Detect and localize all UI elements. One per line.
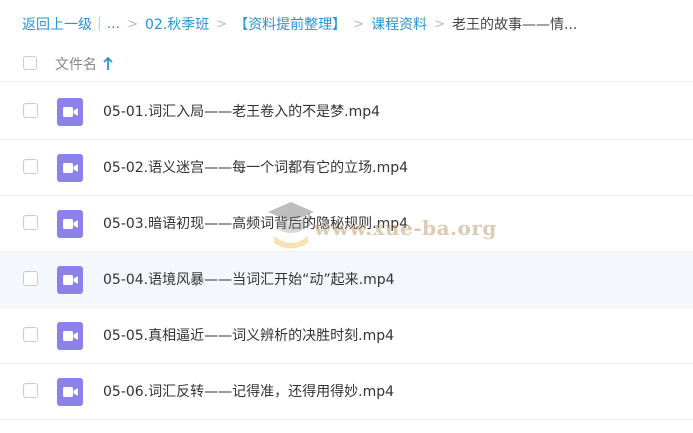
chevron-right-icon: >: [216, 16, 228, 32]
file-row[interactable]: 05-02.语义迷宫——每一个词都有它的立场.mp4: [0, 140, 693, 196]
breadcrumb-item-materials-sorted[interactable]: 【资料提前整理】: [234, 14, 346, 34]
video-file-icon: [57, 98, 83, 126]
breadcrumb-divider: |: [97, 16, 102, 32]
chevron-right-icon: >: [127, 16, 138, 32]
breadcrumb-item-course-materials[interactable]: 课程资料: [371, 14, 427, 34]
file-row[interactable]: 05-04.语境风暴——当词汇开始“动”起来.mp4: [0, 252, 693, 308]
row-checkbox[interactable]: [23, 327, 38, 342]
chevron-right-icon: >: [434, 16, 445, 32]
filename-column-label: 文件名: [55, 57, 97, 73]
chevron-right-icon: >: [353, 16, 365, 32]
file-row[interactable]: 05-05.真相逼近——词义辨析的决胜时刻.mp4: [0, 308, 693, 364]
file-name[interactable]: 05-03.暗语初现——高频词背后的隐秘规则.mp4: [103, 213, 408, 233]
video-file-icon: [57, 210, 83, 238]
file-name[interactable]: 05-02.语义迷宫——每一个词都有它的立场.mp4: [103, 157, 408, 177]
video-file-icon: [57, 322, 83, 350]
file-row[interactable]: 05-06.词汇反转——记得准，还得用得妙.mp4: [0, 364, 693, 420]
file-name[interactable]: 05-05.真相逼近——词义辨析的决胜时刻.mp4: [103, 325, 394, 345]
breadcrumb-item-autumn-class[interactable]: 02.秋季班: [145, 14, 209, 34]
video-file-icon: [57, 266, 83, 294]
row-checkbox[interactable]: [23, 159, 38, 174]
row-checkbox[interactable]: [23, 383, 38, 398]
video-file-icon: [57, 378, 83, 406]
video-file-icon: [57, 154, 83, 182]
file-row[interactable]: 05-01.词汇入局——老王卷入的不是梦.mp4: [0, 84, 693, 140]
row-checkbox[interactable]: [23, 271, 38, 286]
file-row[interactable]: 05-03.暗语初现——高频词背后的隐秘规则.mp4: [0, 196, 693, 252]
file-list-header: 文件名: [0, 47, 693, 82]
file-name[interactable]: 05-06.词汇反转——记得准，还得用得妙.mp4: [103, 381, 394, 401]
row-checkbox[interactable]: [23, 215, 38, 230]
file-name[interactable]: 05-04.语境风暴——当词汇开始“动”起来.mp4: [103, 269, 395, 289]
breadcrumb-ellipsis[interactable]: ...: [107, 16, 120, 32]
select-all-checkbox[interactable]: [23, 56, 37, 70]
filename-column-header[interactable]: 文件名: [55, 54, 113, 74]
sort-ascending-icon[interactable]: [103, 57, 113, 71]
breadcrumb-current: 老王的故事——情...: [451, 17, 578, 33]
file-name[interactable]: 05-01.词汇入局——老王卷入的不是梦.mp4: [103, 101, 380, 121]
back-link[interactable]: 返回上一级: [22, 14, 92, 34]
breadcrumb: 返回上一级 | ... > 02.秋季班 > 【资料提前整理】 > 课程资料 >…: [22, 14, 577, 34]
row-checkbox[interactable]: [23, 103, 38, 118]
